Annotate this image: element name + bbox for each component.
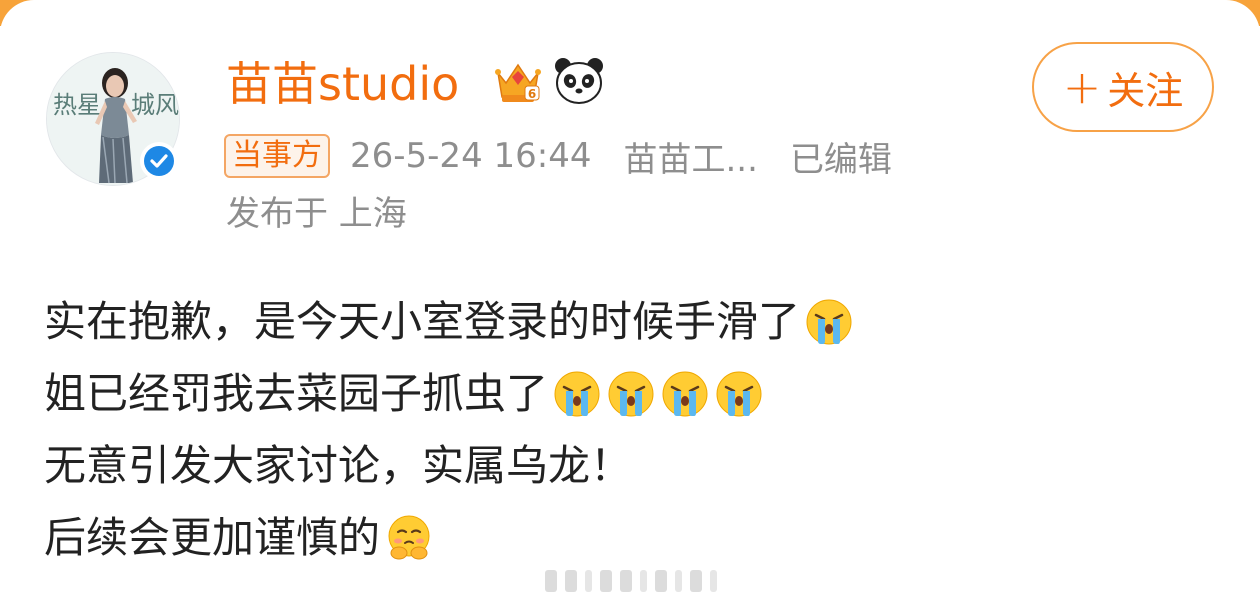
post-line-text: 无意引发大家讨论，实属乌龙！ bbox=[44, 441, 633, 490]
involved-party-badge: 当事方 bbox=[224, 134, 330, 178]
edited-label[interactable]: 已编辑 bbox=[790, 132, 892, 181]
watermark-bar bbox=[565, 570, 577, 592]
image-watermark bbox=[545, 570, 717, 592]
weibo-post-card: 热 星 城风 苗苗studio 6 + 关注 当事方 26-5-24 16:44… bbox=[0, 0, 1260, 613]
svg-text:6: 6 bbox=[528, 87, 536, 101]
follow-button[interactable]: + 关注 bbox=[1032, 42, 1214, 132]
crying-face-emoji bbox=[804, 297, 854, 347]
watermark-bar bbox=[690, 570, 702, 592]
watermark-bar bbox=[545, 570, 557, 592]
post-line: 实在抱歉，是今天小室登录的时候手滑了 bbox=[44, 286, 854, 358]
post-source[interactable]: 苗苗工... bbox=[624, 132, 758, 181]
post-line-text: 姐已经罚我去菜园子抓虫了 bbox=[44, 369, 549, 418]
post-location: 发布于 上海 bbox=[226, 194, 407, 234]
watermark-bar bbox=[655, 570, 667, 592]
plus-icon: + bbox=[1062, 60, 1102, 114]
crying-face-emoji bbox=[552, 369, 602, 419]
watermark-bar bbox=[600, 570, 612, 592]
watermark-bar bbox=[585, 570, 592, 592]
post-body: 实在抱歉，是今天小室登录的时候手滑了 姐已经罚我去菜园子抓虫了 无意引发大家讨论… bbox=[44, 286, 854, 574]
username[interactable]: 苗苗studio bbox=[226, 54, 459, 114]
crying-face-emoji bbox=[606, 369, 656, 419]
crying-face-emoji bbox=[660, 369, 710, 419]
watermark-bar bbox=[675, 570, 682, 592]
watermark-bar bbox=[620, 570, 632, 592]
post-meta: 当事方 26-5-24 16:44 苗苗工... 已编辑 bbox=[224, 132, 892, 180]
avatar-calligraphy-right: 城风 bbox=[131, 91, 179, 119]
svg-text:星: 星 bbox=[77, 91, 101, 119]
post-line: 姐已经罚我去菜园子抓虫了 bbox=[44, 358, 854, 430]
avatar-calligraphy-left: 热 bbox=[53, 91, 77, 119]
post-line-text: 实在抱歉，是今天小室登录的时候手滑了 bbox=[44, 297, 801, 346]
crown-level-6-icon[interactable]: 6 bbox=[492, 55, 544, 107]
panda-icon[interactable] bbox=[553, 56, 605, 106]
follow-label: 关注 bbox=[1107, 68, 1184, 113]
user-avatar[interactable]: 热 星 城风 bbox=[46, 52, 180, 186]
post-line: 无意引发大家讨论，实属乌龙！ bbox=[44, 430, 854, 502]
watermark-bar bbox=[710, 570, 717, 592]
verified-check-icon bbox=[140, 142, 178, 180]
screenshot-frame: 热 星 城风 苗苗studio 6 + 关注 当事方 26-5-24 16:44… bbox=[0, 0, 1260, 613]
post-timestamp[interactable]: 26-5-24 16:44 bbox=[350, 136, 592, 176]
crying-face-emoji bbox=[714, 369, 764, 419]
post-line: 后续会更加谨慎的 bbox=[44, 502, 854, 574]
watermark-bar bbox=[640, 570, 647, 592]
shy-face-emoji bbox=[384, 513, 434, 563]
post-line-text: 后续会更加谨慎的 bbox=[44, 513, 381, 562]
